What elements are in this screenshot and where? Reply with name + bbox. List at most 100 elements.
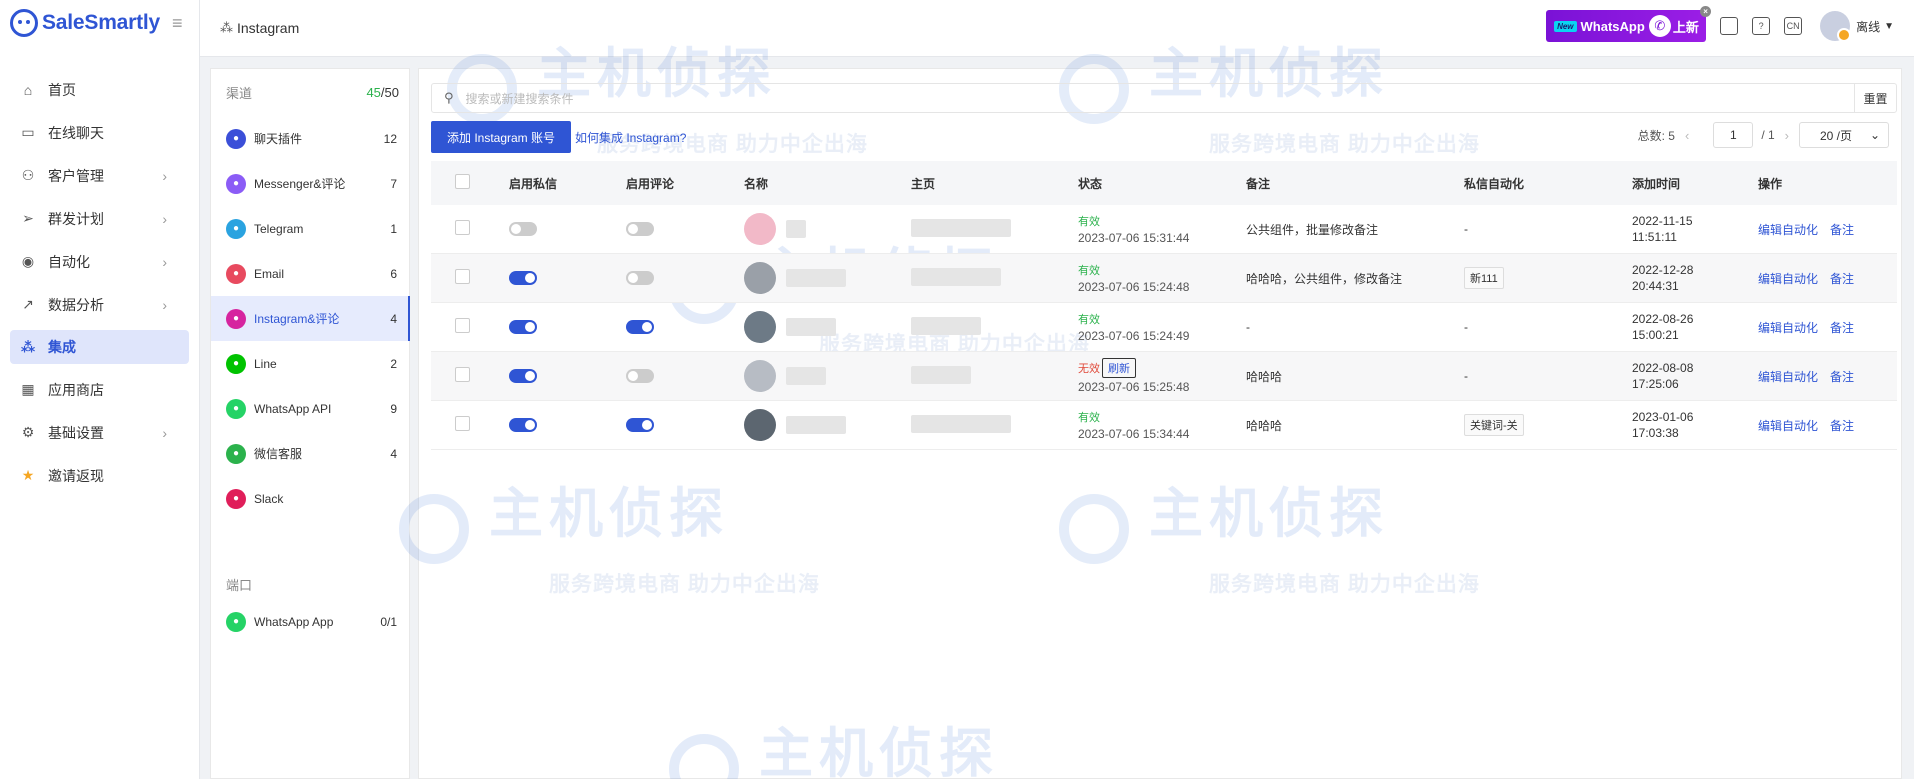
- whatsapp-promo-banner[interactable]: New WhatsApp ✆ 上新 ×: [1546, 6, 1712, 42]
- channel-count: 45/50: [366, 85, 399, 100]
- edit-automation-link[interactable]: 编辑自动化: [1758, 272, 1818, 286]
- note-link[interactable]: 备注: [1830, 223, 1854, 237]
- sidebar-item[interactable]: ⚙ 基础设置 ›: [0, 411, 199, 454]
- banner-suffix: 上新: [1672, 19, 1699, 35]
- edit-automation-link[interactable]: 编辑自动化: [1758, 223, 1818, 237]
- channel-item[interactable]: ● 聊天插件 12: [211, 116, 409, 161]
- sidebar-item[interactable]: ▦ 应用商店: [0, 368, 199, 411]
- sidebar-item[interactable]: ⌂ 首页: [0, 68, 199, 111]
- edit-automation-link[interactable]: 编辑自动化: [1758, 321, 1818, 335]
- note-text: 哈哈哈: [1246, 418, 1283, 433]
- page-size-select[interactable]: 20 /页 ⌄: [1799, 122, 1889, 148]
- automation-tag[interactable]: 关键词-关: [1464, 414, 1524, 436]
- channel-label: Line: [254, 356, 277, 371]
- dm-toggle[interactable]: [509, 271, 537, 285]
- comment-toggle[interactable]: [626, 320, 654, 334]
- menu-toggle-icon[interactable]: ≡: [172, 13, 183, 34]
- note-link[interactable]: 备注: [1830, 321, 1854, 335]
- column-header: 状态: [1078, 176, 1103, 191]
- column-header: 私信自动化: [1464, 176, 1525, 191]
- close-icon[interactable]: ×: [1700, 6, 1712, 17]
- row-checkbox[interactable]: [455, 416, 470, 431]
- note-link[interactable]: 备注: [1830, 419, 1854, 433]
- user-menu[interactable]: 离线 ▼: [1820, 11, 1894, 42]
- channel-item[interactable]: ● Instagram&评论 4: [211, 296, 410, 341]
- prev-page-icon[interactable]: ‹: [1685, 128, 1689, 143]
- port-list: ● WhatsApp App 0/1: [211, 599, 409, 644]
- comment-toggle[interactable]: [626, 222, 654, 236]
- main-nav: ⌂ 首页 ▭ 在线聊天 ⚇ 客户管理 › ➢ 群发计划 › ◉ 自动化 › ↗ 数据分析 › ⁂ 集成 ▦ 应用商店 ⚙…: [0, 68, 199, 497]
- watermark: 主机侦探 服务跨境电商 助力中企出海: [1059, 469, 1480, 598]
- reset-button[interactable]: 重置: [1854, 84, 1896, 112]
- logo[interactable]: SaleSmartly ≡: [0, 0, 199, 46]
- avatar: [1820, 11, 1852, 42]
- channel-item[interactable]: ● Messenger&评论 7: [211, 161, 409, 206]
- dm-toggle[interactable]: [509, 320, 537, 334]
- channel-item[interactable]: ● Line 2: [211, 341, 409, 386]
- note-link[interactable]: 备注: [1830, 370, 1854, 384]
- sidebar-item[interactable]: ◉ 自动化 ›: [0, 240, 199, 283]
- channel-item[interactable]: ● Telegram 1: [211, 206, 409, 251]
- next-page-icon[interactable]: ›: [1785, 128, 1789, 143]
- book-icon[interactable]: [1720, 17, 1739, 35]
- row-checkbox[interactable]: [455, 220, 470, 235]
- table-row: 有效 2023-07-06 15:24:48 哈哈哈，公共组件，修改备注 新111 20…: [431, 254, 1897, 303]
- row-checkbox[interactable]: [455, 318, 470, 333]
- account-avatar: [744, 262, 776, 294]
- chevron-right-icon: ›: [162, 296, 167, 313]
- comment-toggle[interactable]: [626, 369, 654, 383]
- select-all-checkbox[interactable]: [455, 174, 470, 189]
- page-input[interactable]: 1: [1713, 122, 1754, 148]
- comment-toggle[interactable]: [626, 271, 654, 285]
- howto-link[interactable]: 如何集成 Instagram?: [575, 129, 686, 146]
- sidebar-item[interactable]: ▭ 在线聊天: [0, 111, 199, 154]
- dm-toggle[interactable]: [509, 369, 537, 383]
- sidebar-item[interactable]: ➢ 群发计划 ›: [0, 197, 199, 240]
- add-instagram-button[interactable]: 添加 Instagram 账号: [431, 121, 571, 153]
- star-icon: ★: [21, 467, 35, 483]
- sidebar-item-label: 数据分析: [48, 296, 104, 313]
- row-checkbox[interactable]: [455, 367, 470, 382]
- edit-automation-link[interactable]: 编辑自动化: [1758, 419, 1818, 433]
- channel-count: 6: [390, 266, 397, 281]
- comment-toggle[interactable]: [626, 418, 654, 432]
- sidebar-item[interactable]: ⁂ 集成: [10, 330, 189, 364]
- edit-automation-link[interactable]: 编辑自动化: [1758, 370, 1818, 384]
- channel-item[interactable]: ● WhatsApp App 0/1: [211, 599, 409, 644]
- sidebar-item[interactable]: ★ 邀请返现: [0, 454, 199, 497]
- added-time: 11:51:11: [1632, 230, 1677, 244]
- channel-item[interactable]: ● WhatsApp API 9: [211, 386, 409, 431]
- automation-value: -: [1464, 222, 1468, 236]
- dm-toggle[interactable]: [509, 222, 537, 236]
- row-checkbox[interactable]: [455, 269, 470, 284]
- sidebar-item[interactable]: ⚇ 客户管理 ›: [0, 154, 199, 197]
- language-icon[interactable]: CN: [1784, 17, 1803, 35]
- account-avatar: [744, 409, 776, 441]
- whatsapp-icon: ✆: [1648, 15, 1671, 37]
- blurred-name: [786, 220, 806, 238]
- chevron-right-icon: ›: [162, 210, 167, 227]
- dm-toggle[interactable]: [509, 418, 537, 432]
- channel-icon: ●: [226, 353, 246, 374]
- sidebar-item[interactable]: ↗ 数据分析 ›: [0, 283, 199, 326]
- watermark: 主机侦探: [669, 709, 999, 779]
- channel-label: 微信客服: [254, 447, 303, 461]
- logo-robot-icon: [10, 9, 38, 37]
- sidebar-item-label: 客户管理: [48, 167, 104, 184]
- search-input[interactable]: 搜索或新建搜索条件: [466, 90, 574, 107]
- chevron-right-icon: ›: [162, 167, 167, 184]
- channel-item[interactable]: ● 微信客服 4: [211, 431, 409, 476]
- top-right-tools: New WhatsApp ✆ 上新 × ? CN 离线 ▼: [1546, 6, 1894, 42]
- note-link[interactable]: 备注: [1830, 272, 1854, 286]
- send-icon: ➢: [22, 210, 34, 226]
- channel-count: 1: [390, 221, 397, 236]
- channel-item[interactable]: ● Slack: [211, 476, 409, 521]
- channel-icon: ●: [226, 488, 246, 509]
- refresh-button[interactable]: 刷新: [1102, 358, 1136, 378]
- help-icon[interactable]: ?: [1752, 17, 1771, 35]
- gear-icon: ⚙: [21, 424, 35, 440]
- automation-tag[interactable]: 新111: [1464, 267, 1504, 289]
- search-bar[interactable]: ⚲ 搜索或新建搜索条件 重置: [431, 83, 1897, 113]
- account-avatar: [744, 311, 776, 343]
- channel-item[interactable]: ● Email 6: [211, 251, 409, 296]
